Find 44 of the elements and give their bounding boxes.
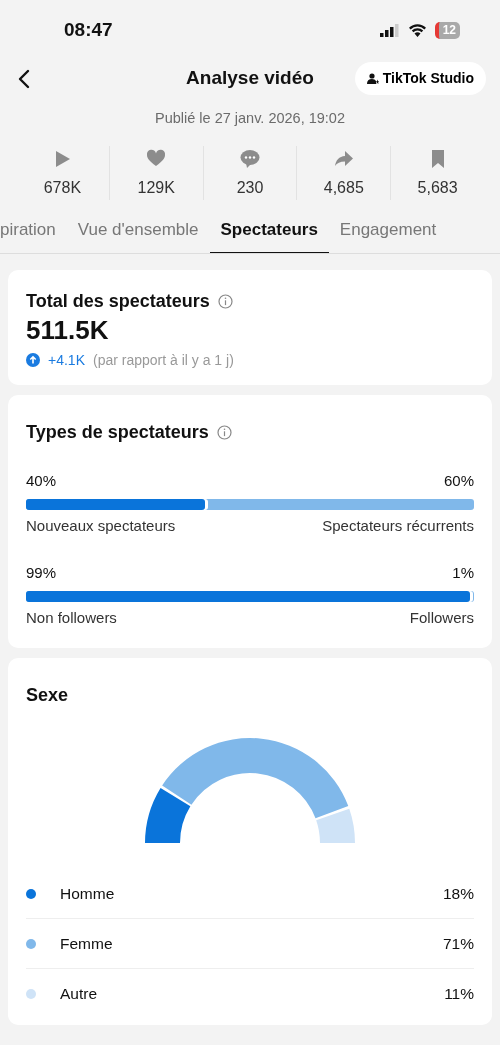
stat-count: 678K (43, 177, 82, 198)
legend-value: 18% (442, 883, 474, 904)
stat-count: 4,685 (323, 177, 364, 198)
page-title: Analyse vidéo (186, 65, 314, 90)
stat-count: 5,683 (417, 177, 458, 198)
tab[interactable]: Engagement (328, 215, 448, 253)
signal-icon (379, 23, 400, 37)
comment-icon (240, 148, 260, 169)
legend-value: 11% (444, 984, 474, 1005)
legend-value: 71% (442, 934, 474, 955)
card-title: Total des spectateurs (26, 289, 210, 313)
percent-label: 60% (443, 470, 474, 491)
percent-label: 40% (26, 470, 57, 491)
wifi-icon (407, 23, 427, 37)
split-label: Nouveaux spectateurs (26, 516, 176, 537)
publish-date: Publié le 27 janv. 2026, 19:02 (154, 109, 346, 128)
legend-label: Autre (60, 984, 98, 1005)
split-label: Followers (409, 608, 474, 629)
info-icon (217, 293, 233, 309)
back-icon (18, 68, 30, 89)
share-icon (333, 148, 354, 169)
change-value: +4.1K (48, 350, 85, 370)
tab[interactable]: piration (0, 215, 67, 253)
battery-level: 12 (434, 21, 460, 39)
card-title: Types de spectateurs (26, 420, 209, 444)
percent-label: 99% (26, 562, 57, 583)
split-label: Spectateurs récurrents (322, 516, 474, 537)
stat-count: 230 (236, 177, 264, 198)
person-icon (366, 72, 379, 84)
heart-icon (146, 148, 167, 169)
percent-label: 1% (452, 562, 474, 583)
stat-count: 129K (137, 177, 175, 198)
split-label: Non followers (26, 608, 117, 629)
tab[interactable]: Vue d'ensemble (66, 215, 210, 253)
clock: 08:47 (64, 17, 113, 42)
studio-button[interactable]: TikTok Studio (354, 61, 486, 95)
legend-label: Femme (60, 934, 113, 955)
total-value: 511.5K (26, 314, 110, 346)
legend-label: Homme (60, 883, 115, 904)
info-icon (216, 424, 232, 440)
up-arrow-icon (26, 353, 40, 368)
card-title: Sexe (26, 683, 70, 707)
change-note: (par rapport à il y a 1 j) (93, 350, 234, 370)
tab[interactable]: Spectateurs (209, 215, 329, 253)
